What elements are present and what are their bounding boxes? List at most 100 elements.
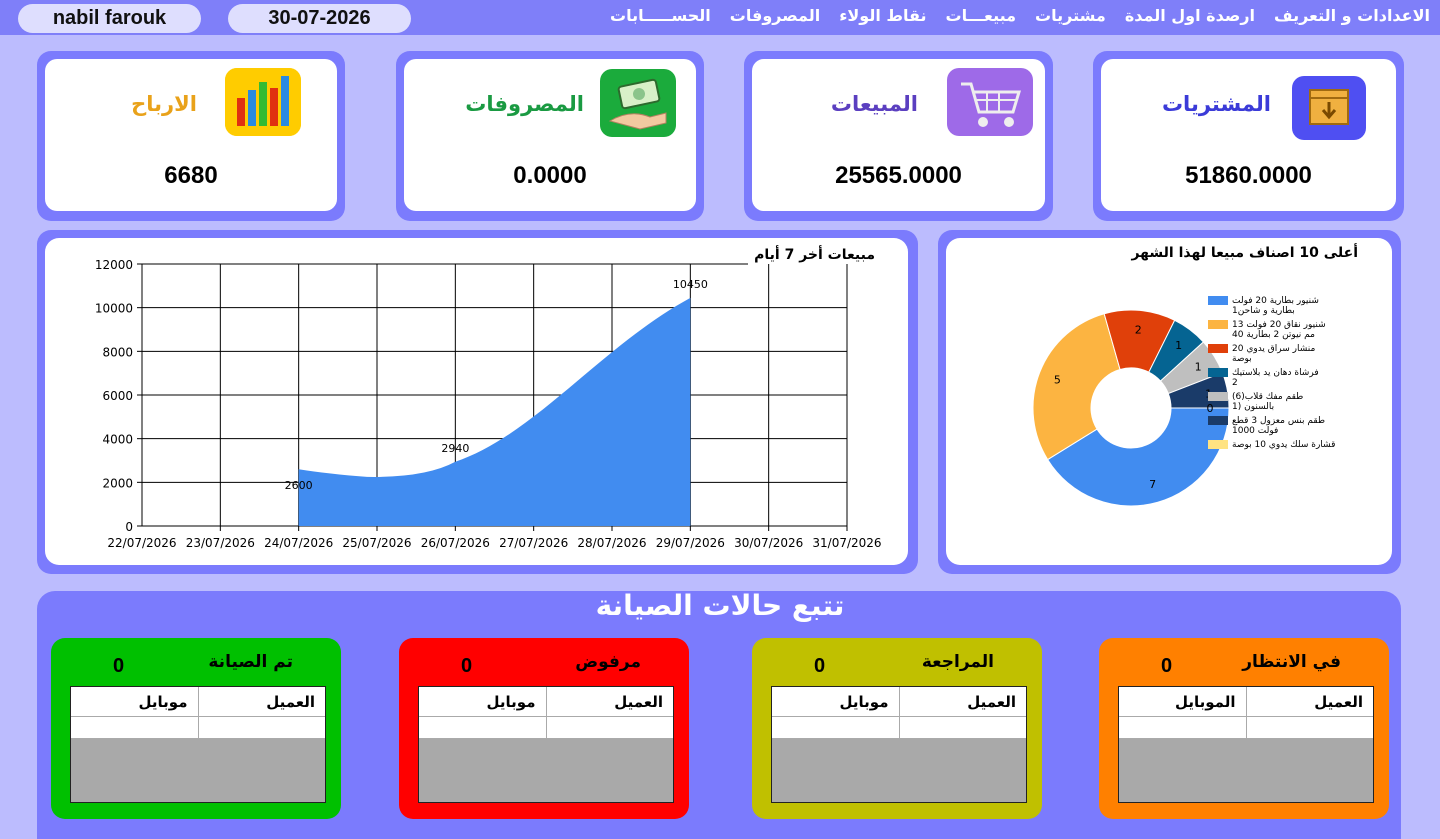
legend-swatch	[1208, 368, 1228, 377]
menu-sales[interactable]: مبيعـــات	[946, 6, 1017, 25]
status-grid[interactable]: العميل الموبايل	[1118, 686, 1374, 803]
slice-value-label: 7	[1149, 478, 1156, 491]
status-label: في الانتظار	[1242, 652, 1341, 672]
profits-value: 6680	[164, 162, 218, 189]
empty-cell[interactable]	[898, 717, 1027, 738]
status-label: تم الصيانة	[208, 652, 293, 672]
legend-label: (6)طقم مفك قلاب	[1232, 392, 1303, 402]
column-header-client[interactable]: العميل	[898, 687, 1027, 716]
y-tick-label: 10000	[95, 302, 133, 316]
status-label: المراجعة	[921, 652, 994, 672]
sales-area-chart: 0 2000 4000 6000 8000 10000 12000 22/07/2026 23/…	[95, 258, 882, 550]
legend-label: 1بطارية و شاحن	[1232, 306, 1295, 316]
legend-label: 2	[1232, 378, 1238, 388]
legend-label: مم نيوتن 2 بطارية 40	[1232, 330, 1315, 340]
x-tick-label: 30/07/2026	[734, 536, 803, 550]
menu-opening-balances[interactable]: ارصدة اول المدة	[1125, 6, 1255, 25]
y-tick-label: 2000	[102, 476, 133, 490]
legend-label: شنيور بطارية 20 فولت	[1232, 296, 1319, 306]
data-label: 2600	[285, 479, 313, 492]
sales-chart-title: مبيعات أخر 7 أيام	[754, 247, 875, 263]
legend-label: شنيور نقاق 20 فولت 13	[1232, 320, 1326, 330]
main-menu: الاعدادات و التعريف ارصدة اول المدة مشتر…	[610, 6, 1430, 25]
profits-card[interactable]: الارباح 6680	[37, 51, 345, 221]
column-header-mobile[interactable]: الموبايل	[1119, 687, 1246, 716]
legend-swatch	[1208, 296, 1228, 305]
legend-swatch	[1208, 344, 1228, 353]
status-grid[interactable]: العميل موبايل	[70, 686, 326, 803]
column-header-client[interactable]: العميل	[197, 687, 326, 716]
column-header-mobile[interactable]: موبايل	[71, 687, 198, 716]
legend-swatch	[1208, 416, 1228, 425]
current-date: 30-07-2026	[228, 4, 411, 33]
sales-area-series	[298, 297, 691, 526]
empty-cell[interactable]	[545, 717, 674, 738]
expenses-value: 0.0000	[513, 162, 587, 189]
status-grid[interactable]: العميل موبايل	[418, 686, 674, 803]
empty-cell[interactable]	[1245, 717, 1374, 738]
status-label: مرفوض	[575, 652, 641, 672]
slice-value-label: 2	[1135, 323, 1142, 336]
empty-cell[interactable]	[71, 717, 198, 738]
bar-chart-icon	[225, 68, 301, 136]
purchases-card[interactable]: المشتريات 51860.0000	[1093, 51, 1404, 221]
profits-title: الارباح	[131, 92, 197, 116]
top-items-panel: أعلى 10 اصناف مبيعا لهذا الشهر 7521110 ش…	[938, 230, 1401, 574]
status-count: 0	[113, 655, 125, 677]
empty-cell[interactable]	[772, 717, 899, 738]
x-tick-label: 23/07/2026	[186, 536, 255, 550]
user-name: nabil farouk	[18, 4, 201, 33]
slice-value-label: 1	[1195, 360, 1202, 373]
top-items-title: أعلى 10 اصناف مبيعا لهذا الشهر	[1131, 245, 1358, 261]
status-rejected: مرفوض 0 العميل موبايل	[399, 638, 689, 819]
status-count: 0	[1161, 655, 1173, 677]
legend-label: قشارة سلك يدوي 10 بوصة	[1232, 440, 1335, 450]
column-header-client[interactable]: العميل	[1245, 687, 1374, 716]
x-tick-label: 22/07/2026	[107, 536, 176, 550]
status-grid[interactable]: العميل موبايل	[771, 686, 1027, 803]
x-tick-label: 24/07/2026	[264, 536, 333, 550]
empty-cell[interactable]	[419, 717, 546, 738]
menu-expenses[interactable]: المصروفات	[730, 6, 820, 25]
data-label: 10450	[673, 278, 708, 291]
legend-swatch	[1208, 440, 1228, 449]
empty-cell[interactable]	[1119, 717, 1246, 738]
status-waiting: في الانتظار 0 العميل الموبايل	[1099, 638, 1389, 819]
y-tick-label: 12000	[95, 258, 133, 272]
legend-label: فرشاة دهان يد بلاستيك	[1232, 368, 1319, 378]
legend-label: بوصة	[1232, 354, 1252, 364]
x-tick-label: 27/07/2026	[499, 536, 568, 550]
status-count: 0	[461, 655, 473, 677]
slice-value-label: 0	[1207, 402, 1214, 415]
column-header-client[interactable]: العميل	[545, 687, 674, 716]
status-count: 0	[814, 655, 826, 677]
status-review: المراجعة 0 العميل موبايل	[752, 638, 1042, 819]
empty-cell[interactable]	[197, 717, 326, 738]
y-tick-label: 0	[125, 520, 133, 534]
x-tick-label: 31/07/2026	[812, 536, 881, 550]
slice-value-label: 5	[1054, 373, 1061, 386]
x-tick-label: 26/07/2026	[421, 536, 490, 550]
menu-purchases[interactable]: مشتريات	[1035, 6, 1106, 25]
y-tick-label: 6000	[102, 389, 133, 403]
legend-swatch	[1208, 320, 1228, 329]
pie-slice	[1032, 313, 1121, 461]
legend-swatch	[1208, 392, 1228, 401]
menu-loyalty-points[interactable]: نقاط الولاء	[839, 6, 926, 25]
menu-settings[interactable]: الاعدادات و التعريف	[1274, 6, 1430, 25]
y-tick-label: 4000	[102, 433, 133, 447]
sales-title: المبيعات	[830, 92, 918, 116]
purchases-value: 51860.0000	[1185, 162, 1312, 189]
legend-label: منشار سراق يدوي 20	[1232, 344, 1315, 354]
expenses-card[interactable]: المصروفات 0.0000	[396, 51, 704, 221]
column-header-mobile[interactable]: موبايل	[419, 687, 546, 716]
column-header-mobile[interactable]: موبايل	[772, 687, 899, 716]
legend-label: طقم بنس معزول 3 قطع	[1232, 416, 1325, 426]
sales-chart-panel: 0 2000 4000 6000 8000 10000 12000 22/07/2026 23/…	[37, 230, 918, 574]
legend-label: 1000 فولت	[1232, 426, 1278, 436]
sales-value: 25565.0000	[835, 162, 962, 189]
sales-card[interactable]: المبيعات 25565.0000	[744, 51, 1053, 221]
status-repaired: تم الصيانة 0 العميل موبايل	[51, 638, 341, 819]
y-tick-label: 8000	[102, 345, 133, 359]
menu-accounts[interactable]: الحســـــابات	[610, 6, 711, 25]
